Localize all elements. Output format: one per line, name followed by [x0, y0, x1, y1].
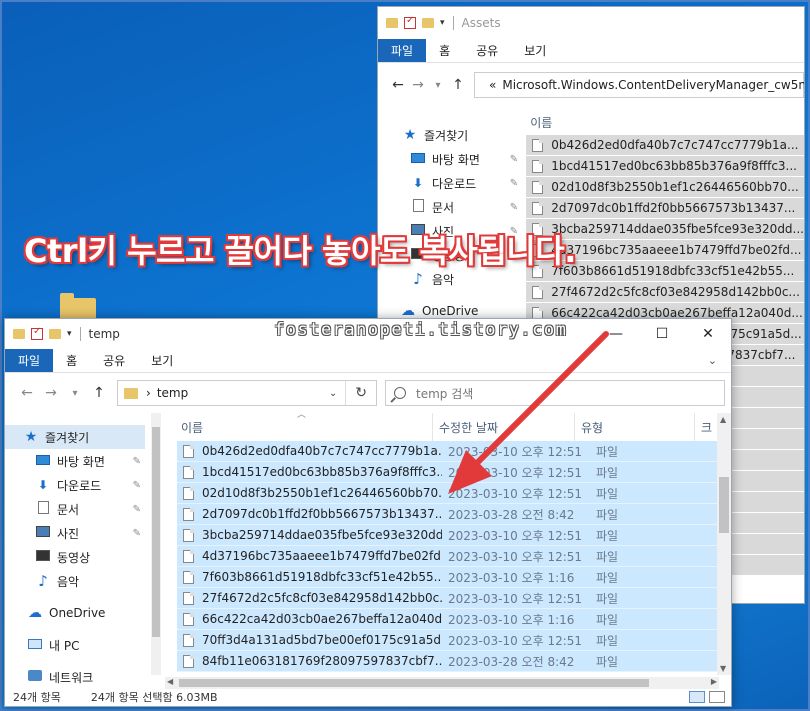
watermark: fosteranopeti.tistory.com — [274, 320, 568, 340]
red-arrow — [448, 331, 609, 494]
overlay-caption: Ctrl키 누르고 끌어다 놓아도 복사됩니다. — [24, 232, 576, 270]
arrow-shaft — [469, 331, 609, 471]
